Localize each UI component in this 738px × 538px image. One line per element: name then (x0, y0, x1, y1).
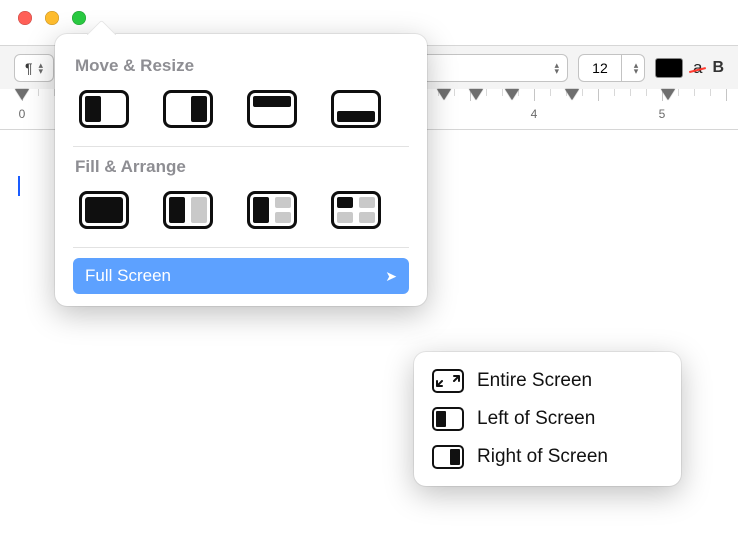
paragraph-icon: ¶ (25, 60, 33, 76)
fullscreen-window-button[interactable] (72, 11, 86, 25)
tile-left-half-button[interactable] (79, 90, 129, 128)
ruler-label: 0 (19, 107, 26, 121)
chevron-right-icon: ➤ (385, 268, 397, 285)
chevron-updown-icon: ▴▾ (39, 62, 44, 74)
left-of-screen-option[interactable]: Left of Screen (422, 400, 673, 438)
text-color-well[interactable] (655, 58, 683, 78)
ruler-marker[interactable] (661, 89, 675, 100)
tile-right-half-button[interactable] (163, 90, 213, 128)
text-cursor (18, 176, 20, 196)
fullscreen-submenu: Entire Screen Left of Screen Right of Sc… (414, 352, 681, 486)
entire-screen-label: Entire Screen (477, 370, 592, 392)
chevron-updown-icon: ▴▾ (634, 62, 639, 74)
ruler-label: 4 (531, 107, 538, 121)
left-of-screen-label: Left of Screen (477, 408, 595, 430)
right-of-screen-label: Right of Screen (477, 446, 608, 468)
paragraph-style-button[interactable]: ¶ ▴▾ (14, 54, 54, 82)
tile-top-half-button[interactable] (247, 90, 297, 128)
bold-button[interactable]: B (712, 59, 724, 77)
entire-screen-icon (432, 369, 464, 393)
section-title-fill-arrange: Fill & Arrange (75, 157, 413, 177)
ruler-marker[interactable] (505, 89, 519, 100)
divider (73, 247, 409, 248)
ruler-marker[interactable] (469, 89, 483, 100)
fullscreen-label: Full Screen (85, 266, 171, 286)
chevron-updown-icon: ▴▾ (554, 62, 559, 74)
tile-bottom-half-button[interactable] (331, 90, 381, 128)
window-tile-popover: Move & Resize Fill & Arrange Full Screen… (55, 34, 427, 306)
ruler-marker[interactable] (437, 89, 451, 100)
entire-screen-option[interactable]: Entire Screen (422, 362, 673, 400)
font-size-combo: 12 ▴▾ (578, 54, 645, 82)
right-of-screen-option[interactable]: Right of Screen (422, 438, 673, 476)
tile-arrange-three-button[interactable] (247, 191, 297, 229)
tile-arrange-quad-button[interactable] (331, 191, 381, 229)
font-size-field[interactable]: 12 (578, 54, 622, 82)
left-of-screen-icon (432, 407, 464, 431)
ruler-label: 5 (659, 107, 666, 121)
tile-arrange-left-right-button[interactable] (163, 191, 213, 229)
tile-fill-button[interactable] (79, 191, 129, 229)
close-window-button[interactable] (18, 11, 32, 25)
section-title-move-resize: Move & Resize (75, 56, 413, 76)
font-size-stepper[interactable]: ▴▾ (622, 54, 645, 82)
divider (73, 146, 409, 147)
fullscreen-submenu-button[interactable]: Full Screen ➤ (73, 258, 409, 294)
ruler-marker[interactable] (565, 89, 579, 100)
minimize-window-button[interactable] (45, 11, 59, 25)
strikethrough-button[interactable]: a (693, 58, 702, 78)
ruler-marker[interactable] (15, 89, 29, 100)
right-of-screen-icon (432, 445, 464, 469)
